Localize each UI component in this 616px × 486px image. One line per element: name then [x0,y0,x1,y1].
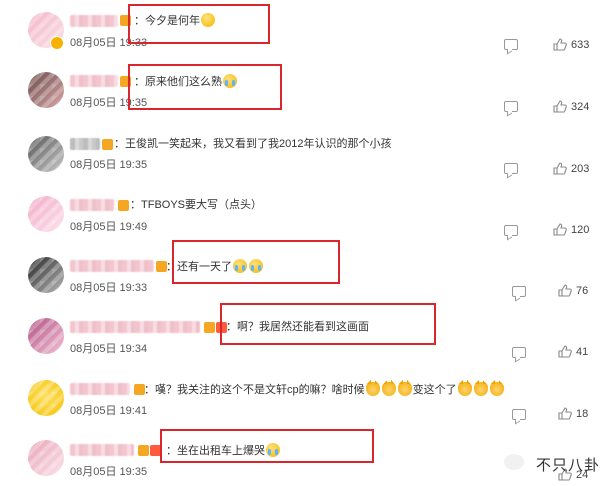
highlight-box [160,429,374,463]
like-button[interactable]: 18 [558,407,616,421]
comment-timestamp: 08月05日 19:35 [70,466,148,478]
comment-timestamp: 08月05日 19:49 [70,221,148,233]
like-count: 203 [571,163,590,175]
like-count: 76 [576,285,589,297]
avatar[interactable] [28,72,64,108]
username-blurred[interactable] [70,138,100,150]
thumbs-up-icon [558,407,572,420]
avatar[interactable] [28,318,64,354]
username-blurred[interactable] [70,15,118,27]
verified-badge-icon [50,36,64,50]
watermark: 不只八卦 [500,448,610,480]
like-button[interactable]: 633 [553,38,616,52]
thumbs-up-icon [558,345,572,358]
thumbs-up-icon [558,284,572,297]
like-count: 18 [576,408,589,420]
avatar[interactable] [28,380,64,416]
comment-icon[interactable] [512,286,526,297]
username-blurred[interactable] [70,75,118,87]
comment-timestamp: 08月05日 19:41 [70,405,148,417]
comment-icon[interactable] [504,101,518,112]
comment-icon[interactable] [512,409,526,420]
level-badge-icon [102,139,113,150]
highlight-box [128,4,270,44]
cat-emoji-icon [365,380,380,396]
avatar[interactable] [28,196,64,232]
comment-timestamp: 08月05日 19:33 [70,282,148,294]
username-blurred[interactable] [70,444,134,456]
avatar[interactable] [28,440,64,476]
highlight-box [220,303,436,345]
highlight-box [172,240,340,284]
level-badge-icon [204,322,215,333]
level-badge-icon [138,445,149,456]
avatar[interactable] [28,136,64,172]
username-blurred[interactable] [70,321,200,333]
comment-text: ：王俊凯一笑起来，我又看到了我2012年认识的那个小孩 [114,138,392,150]
avatar[interactable] [28,257,64,293]
cat-emoji-icon [473,380,488,396]
thumbs-up-icon [553,100,567,113]
watermark-text: 不只八卦 [536,457,601,474]
comment-timestamp: 08月05日 19:34 [70,343,148,355]
like-button[interactable]: 203 [553,162,616,176]
cat-emoji-icon [457,380,472,396]
wechat-logo-icon [504,454,524,470]
cat-emoji-icon [397,380,412,396]
like-count: 324 [571,101,590,113]
username-blurred[interactable] [70,199,114,211]
thumbs-up-icon [553,223,567,236]
comment-icon[interactable] [512,347,526,358]
username-blurred[interactable] [70,260,154,272]
cat-emoji-icon [489,380,504,396]
thumbs-up-icon [553,38,567,51]
thumbs-up-icon [553,162,567,175]
like-button[interactable]: 41 [558,345,616,359]
cat-emoji-icon [381,380,396,396]
like-button[interactable]: 324 [553,100,616,114]
like-button[interactable]: 76 [558,284,616,298]
comment-icon[interactable] [504,39,518,50]
comment-text: ：嘆？我关注的这个不是文轩cp的嘛？啥时候 变这个了 [144,380,505,397]
like-count: 41 [576,346,589,358]
username-blurred[interactable] [70,383,130,395]
like-count: 120 [571,224,590,236]
highlight-box [128,64,282,110]
comment-text: ：TFBOYS要大写（点头） [130,199,263,211]
comment-timestamp: 08月05日 19:35 [70,159,148,171]
like-button[interactable]: 120 [553,223,616,237]
comment-icon[interactable] [504,163,518,174]
like-count: 633 [571,39,590,51]
level-badge-icon [118,200,129,211]
comment-icon[interactable] [504,225,518,236]
